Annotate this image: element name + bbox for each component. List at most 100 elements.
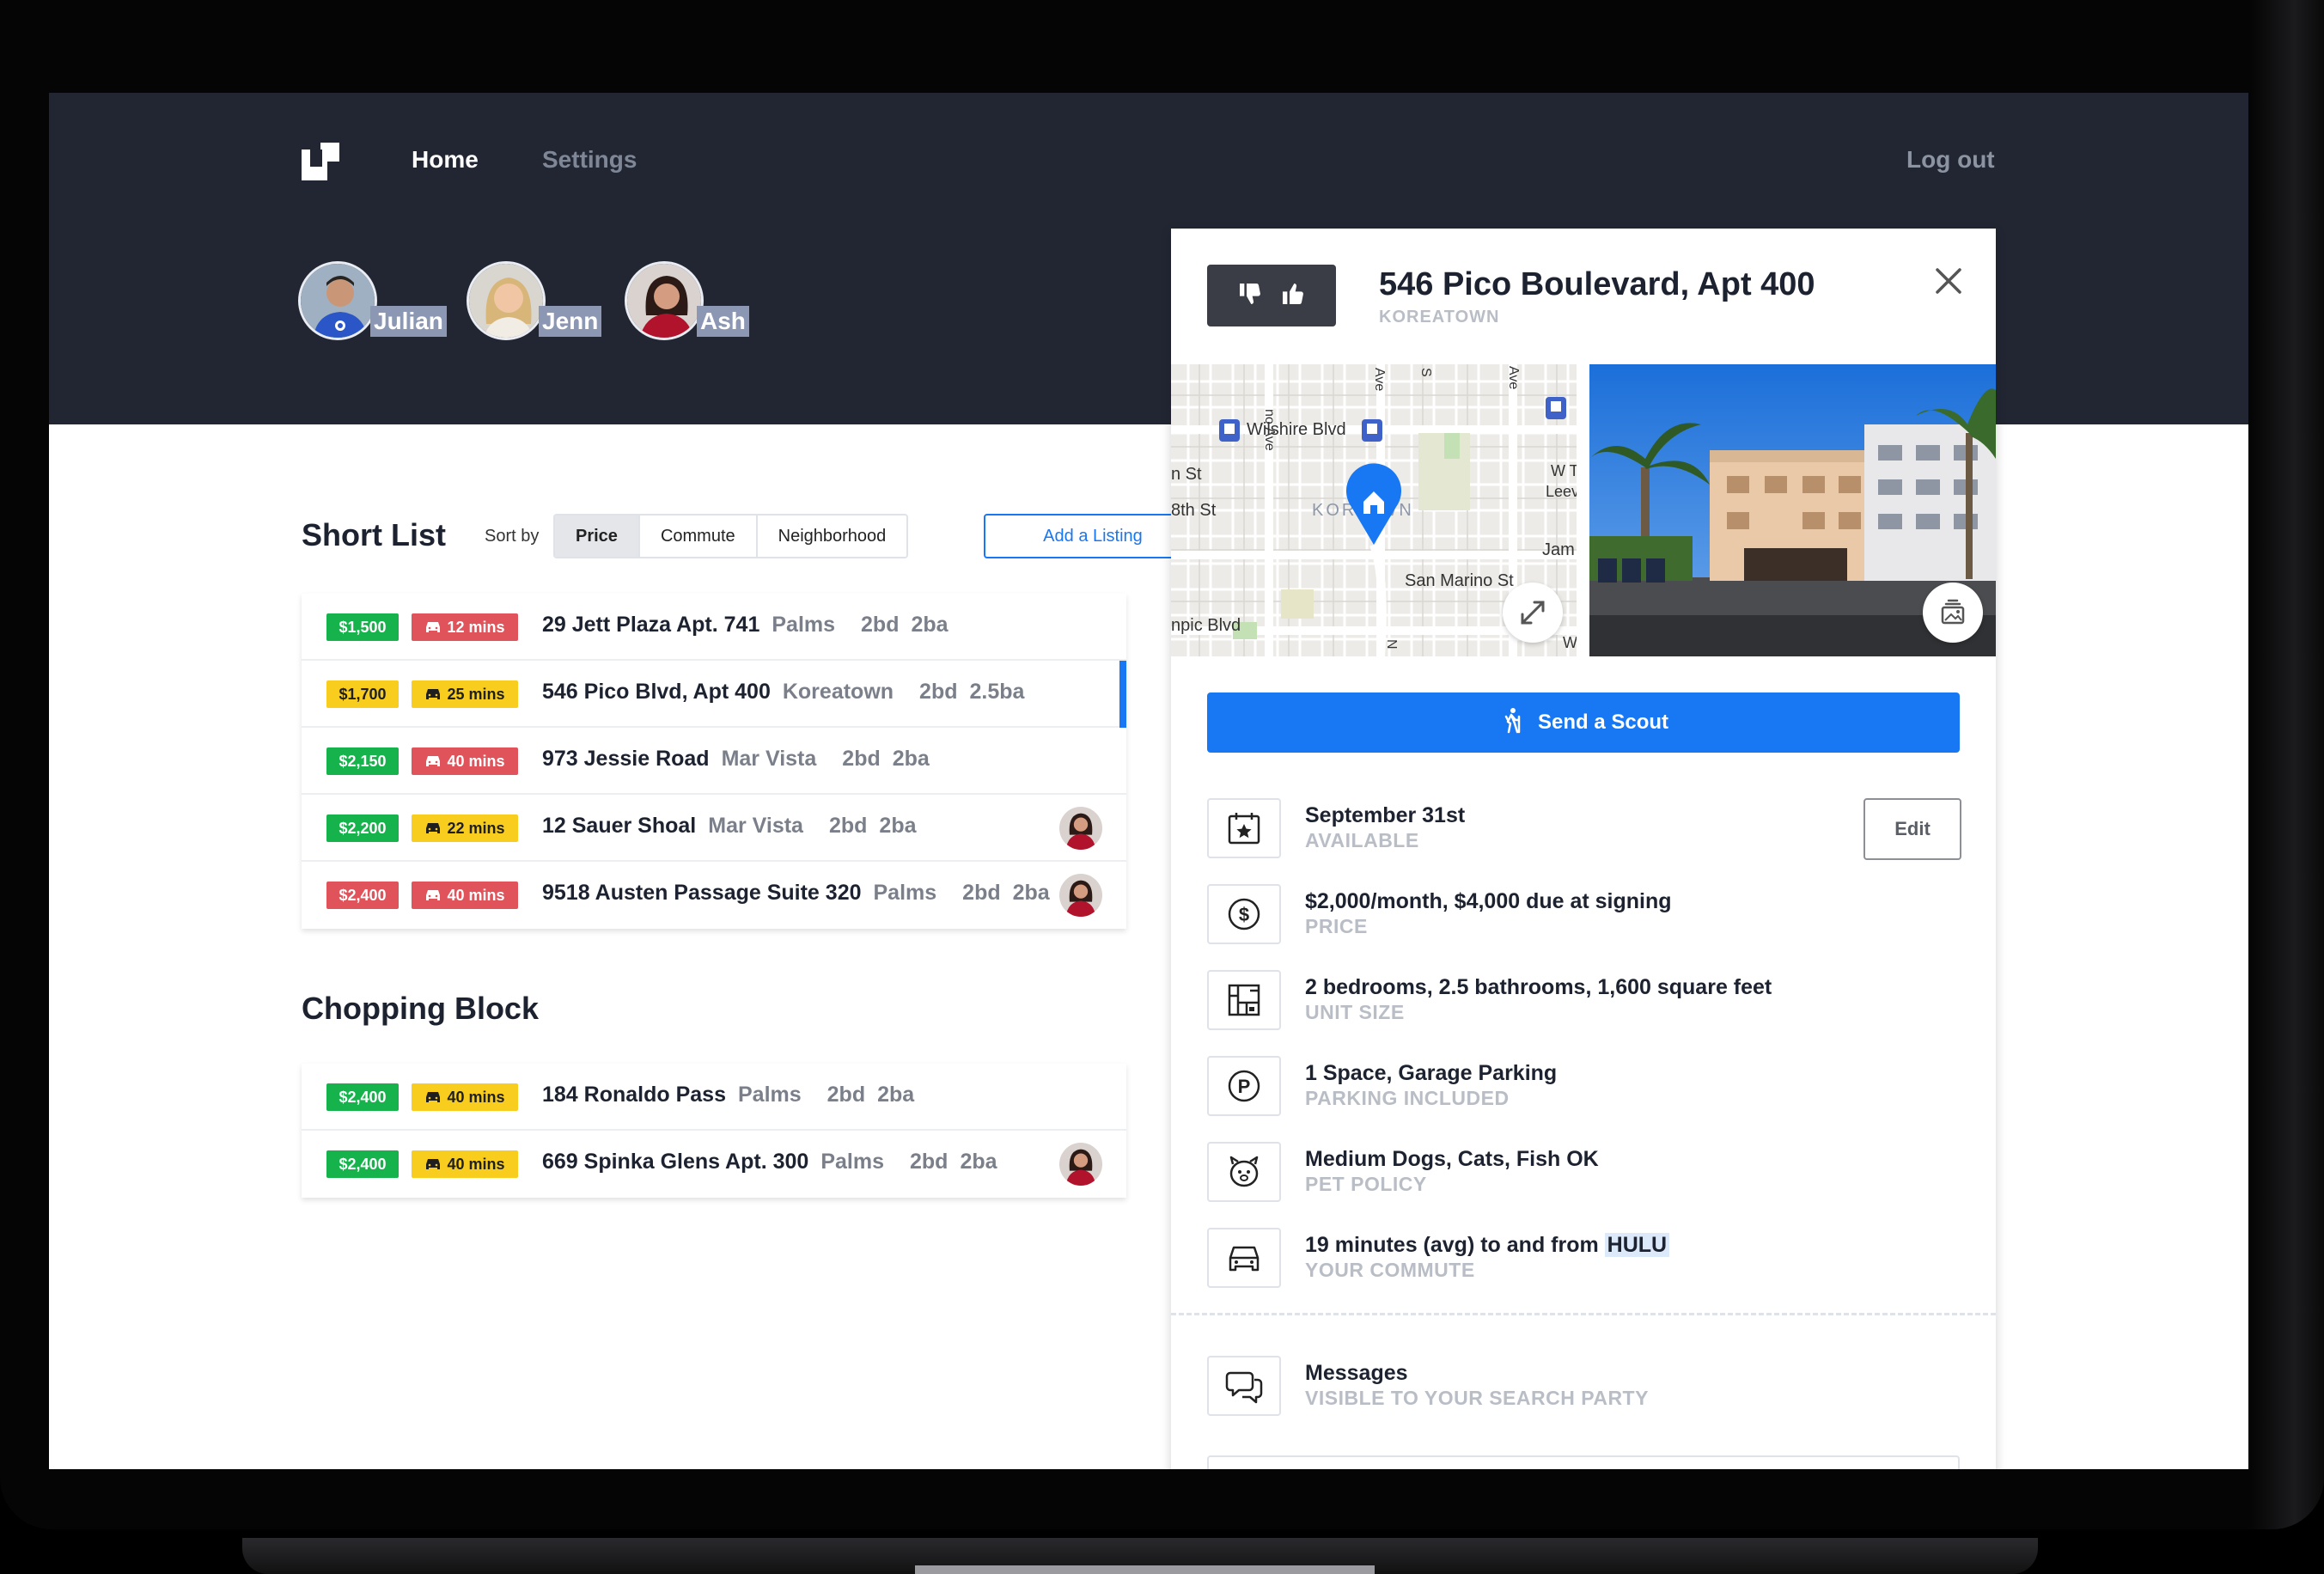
commute-time: 22 mins: [447, 819, 505, 837]
map-label-n-st: n St: [1171, 465, 1202, 484]
fact-sub: PET POLICY: [1305, 1173, 1427, 1195]
avatar: [467, 261, 546, 340]
thumbs-up-icon[interactable]: [1279, 280, 1307, 312]
commute-badge: 40 mins: [412, 1150, 518, 1178]
map-label-ave1: no Ave: [1262, 409, 1277, 451]
nav-settings[interactable]: Settings: [542, 146, 637, 174]
price-badge: $2,400: [326, 1083, 399, 1111]
commute-time: 40 mins: [447, 752, 505, 770]
sort-segmented-control: Price Commute Neighborhood: [553, 514, 909, 558]
short-list: $1,500 12 mins 29 Jett Plaza Apt. 741 Palms…: [302, 594, 1126, 929]
expand-icon[interactable]: [1503, 583, 1563, 643]
listing-address: 546 Pico Blvd, Apt 400: [542, 680, 771, 704]
listing-row[interactable]: $2,400 40 mins 9518 Austen Passage Suite 3…: [302, 862, 1126, 929]
listing-beds: 2bd: [827, 1083, 866, 1107]
fact-main: 19 minutes (avg) to and from HULU: [1305, 1233, 1670, 1258]
listing-address: 669 Spinka Glens Apt. 300: [542, 1150, 809, 1174]
listing-row[interactable]: $2,200 22 mins 12 Sauer Shoal Mar Vista 2bd 2…: [302, 795, 1126, 862]
commute-badge: 22 mins: [412, 814, 518, 842]
listing-beds: 2bd: [861, 613, 900, 637]
commute-time: 12 mins: [447, 618, 505, 636]
fact-sub: UNIT SIZE: [1305, 1001, 1405, 1023]
listing-beds: 2bd: [910, 1150, 949, 1174]
messages-subtitle: VISIBLE TO YOUR SEARCH PARTY: [1305, 1387, 1649, 1409]
close-icon[interactable]: [1932, 265, 1965, 297]
map-label-ave5: N: [1384, 639, 1399, 650]
commute-time: 40 mins: [447, 1155, 505, 1173]
fact-pet-policy: Medium Dogs, Cats, Fish OK PET POLICY: [1207, 1142, 1960, 1202]
listing-beds: 2bd: [919, 680, 958, 704]
logout-link[interactable]: Log out: [1906, 146, 1995, 174]
price-badge: $2,150: [326, 747, 399, 775]
chopping-block-title: Chopping Block: [302, 991, 539, 1026]
thumbs-down-icon[interactable]: [1236, 280, 1264, 312]
message-input[interactable]: [1207, 1455, 1960, 1469]
sort-neighborhood[interactable]: Neighborhood: [757, 516, 907, 557]
listing-beds: 2bd: [842, 747, 881, 771]
price-badge: $2,400: [326, 1150, 399, 1178]
fact-commute: 19 minutes (avg) to and from HULU YOUR C…: [1207, 1228, 1960, 1288]
listing-address: 973 Jessie Road: [542, 747, 710, 771]
listing-photo[interactable]: [1589, 364, 1996, 656]
price-badge: $1,500: [326, 613, 399, 641]
map-label-leev: Leev: [1546, 483, 1577, 500]
price-badge: $1,700: [326, 680, 399, 708]
map-label-jam: Jam: [1542, 540, 1575, 559]
send-scout-button[interactable]: Send a Scout: [1207, 692, 1960, 753]
chat-icon: [1207, 1356, 1281, 1416]
fact-price: $ $2,000/month, $4,000 due at signing PR…: [1207, 884, 1960, 944]
commute-text: 19 minutes (avg) to and from: [1305, 1233, 1599, 1257]
add-listing-button[interactable]: Add a Listing: [984, 514, 1202, 558]
fact-sub: YOUR COMMUTE: [1305, 1259, 1475, 1281]
logo-icon[interactable]: [302, 143, 339, 180]
member-name: Julian: [370, 306, 447, 337]
short-list-title: Short List: [302, 517, 446, 552]
listing-baths: 2ba: [877, 1083, 915, 1107]
map-label-wilshire: Wilshire Blvd: [1247, 420, 1346, 439]
listing-address-line: 546 Pico Blvd, Apt 400 Koreatown 2bd 2.5ba: [542, 680, 1024, 705]
edit-button[interactable]: Edit: [1863, 798, 1961, 860]
map-label-pico: npic Blvd: [1171, 616, 1241, 635]
map-view[interactable]: Wilshire Blvd n St 8th St San Marino St …: [1171, 364, 1577, 656]
listing-row[interactable]: $2,150 40 mins 973 Jessie Road Mar Vista 2bd…: [302, 728, 1126, 795]
sort-price[interactable]: Price: [555, 516, 640, 557]
listing-row[interactable]: $1,700 25 mins 546 Pico Blvd, Apt 400 Korea…: [302, 661, 1126, 728]
sort-commute[interactable]: Commute: [639, 516, 758, 557]
car-icon: [424, 687, 442, 701]
commute-time: 40 mins: [447, 1088, 505, 1106]
svg-text:$: $: [1239, 904, 1249, 925]
calendar-icon: [1207, 798, 1281, 858]
nav-home[interactable]: Home: [412, 146, 479, 174]
car-icon: [424, 620, 442, 634]
avatar: [1059, 1143, 1102, 1186]
listing-address-line: 12 Sauer Shoal Mar Vista 2bd 2ba: [542, 814, 917, 839]
fact-main: 1 Space, Garage Parking: [1305, 1061, 1558, 1085]
listing-row[interactable]: $2,400 40 mins 184 Ronaldo Pass Palms 2bd 2ba: [302, 1064, 1126, 1131]
fact-sub: PARKING INCLUDED: [1305, 1087, 1510, 1109]
listing-address-line: 29 Jett Plaza Apt. 741 Palms 2bd 2ba: [542, 613, 949, 638]
listing-baths: 2ba: [892, 747, 930, 771]
car-icon: [424, 821, 442, 835]
listing-row[interactable]: $1,500 12 mins 29 Jett Plaza Apt. 741 Palms…: [302, 594, 1126, 661]
commute-badge: 12 mins: [412, 613, 518, 641]
listing-baths: 2ba: [879, 814, 917, 838]
listing-neighborhood: Palms: [772, 613, 836, 637]
map-label-ave3: S: [1418, 368, 1433, 377]
listing-detail-panel: 546 Pico Boulevard, Apt 400 KOREATOWN Wi…: [1171, 229, 1996, 1469]
fact-sub: AVAILABLE: [1305, 829, 1419, 851]
avatar: [298, 261, 377, 340]
commute-destination[interactable]: HULU: [1604, 1233, 1670, 1257]
listing-address: 184 Ronaldo Pass: [542, 1083, 726, 1107]
gallery-icon[interactable]: [1923, 583, 1983, 643]
listing-baths: 2ba: [911, 613, 949, 637]
listing-neighborhood: Palms: [873, 881, 937, 905]
floorplan-icon: [1207, 970, 1281, 1030]
fact-unit-size: 2 bedrooms, 2.5 bathrooms, 1,600 square …: [1207, 970, 1960, 1030]
listing-row[interactable]: $2,400 40 mins 669 Spinka Glens Apt. 300 Pa…: [302, 1131, 1126, 1198]
fact-main: Medium Dogs, Cats, Fish OK: [1305, 1147, 1599, 1171]
messages-title: Messages: [1305, 1361, 1408, 1385]
dollar-icon: $: [1207, 884, 1281, 944]
price-badge: $2,400: [326, 882, 399, 909]
parking-icon: P: [1207, 1056, 1281, 1116]
listing-baths: 2.5ba: [969, 680, 1025, 704]
